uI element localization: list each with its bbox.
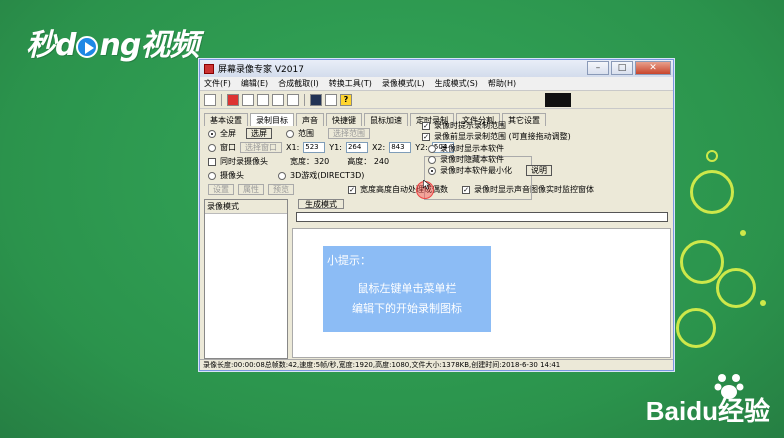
select-range-button[interactable]: 选择范围 bbox=[328, 128, 370, 139]
globe-icon[interactable] bbox=[310, 93, 322, 106]
settings-button[interactable]: 设置 bbox=[208, 184, 234, 195]
close-button[interactable]: ✕ bbox=[635, 61, 671, 75]
height-label: 高度： 240 bbox=[347, 157, 390, 166]
x1-label: X1: bbox=[286, 143, 300, 152]
select-screen-button[interactable]: 选屏 bbox=[246, 128, 272, 139]
tab-sound[interactable]: 声音 bbox=[296, 113, 324, 126]
record-camera-label: 同时录摄像头 bbox=[220, 157, 268, 166]
record-camera-checkbox[interactable] bbox=[208, 157, 216, 166]
menu-edit[interactable]: 编辑(E) bbox=[241, 78, 268, 89]
auto-even-checkbox[interactable]: ✓ bbox=[348, 185, 356, 194]
tab-other[interactable]: 其它设置 bbox=[502, 113, 546, 126]
hint-title: 小提示： bbox=[327, 254, 371, 267]
record-icon[interactable] bbox=[227, 93, 239, 106]
miaodong-logo: 秒d ng视频 bbox=[26, 28, 199, 63]
attributes-button[interactable]: 属性 bbox=[238, 184, 264, 195]
maximize-button[interactable]: □ bbox=[611, 61, 633, 75]
hide-software-label: 录像时隐藏本软件 bbox=[440, 155, 504, 164]
people-icon[interactable] bbox=[325, 93, 337, 106]
deco-circle bbox=[706, 150, 718, 162]
mouse-cursor-icon bbox=[423, 180, 431, 190]
fullscreen-label: 全屏 bbox=[220, 129, 236, 138]
window-label: 窗口 bbox=[220, 143, 236, 152]
minimize-button[interactable]: – bbox=[587, 61, 609, 75]
minimize-software-label: 录像时本软件最小化 bbox=[440, 166, 512, 175]
show-software-radio[interactable] bbox=[428, 144, 436, 153]
x1-input[interactable]: 523 bbox=[303, 142, 326, 153]
pre-show-range-checkbox[interactable]: ✓ bbox=[422, 132, 430, 141]
show-range-label: 录像时提示录制范围 bbox=[434, 121, 506, 130]
tab-generate-mode[interactable]: 生成模式 bbox=[298, 199, 344, 209]
show-software-label: 录像时显示本软件 bbox=[440, 144, 504, 153]
stop-icon[interactable] bbox=[257, 93, 269, 106]
toolbar: ? bbox=[200, 91, 673, 109]
baidu-paw-icon bbox=[714, 374, 744, 399]
pen-icon[interactable] bbox=[287, 93, 299, 106]
deco-circle bbox=[680, 240, 724, 284]
toolbar-separator bbox=[304, 93, 305, 106]
hide-software-radio[interactable] bbox=[428, 155, 436, 164]
deco-circle bbox=[716, 268, 756, 308]
menu-record-mode[interactable]: 录像模式(L) bbox=[382, 78, 425, 89]
hint-line-1: 鼠标左键单击菜单栏 bbox=[357, 282, 457, 295]
tab-basic[interactable]: 基本设置 bbox=[204, 113, 248, 126]
menu-bar: 文件(F) 编辑(E) 合成截取(I) 转换工具(T) 录像模式(L) 生成模式… bbox=[200, 77, 673, 91]
select-window-button[interactable]: 选择窗口 bbox=[240, 142, 282, 153]
y1-label: Y1: bbox=[329, 143, 342, 152]
deco-circle bbox=[690, 170, 734, 214]
width-label: 宽度：320 bbox=[290, 157, 330, 166]
deco-circle bbox=[676, 308, 716, 348]
preview-thumbnail bbox=[545, 93, 571, 107]
generate-mode-field[interactable] bbox=[296, 212, 668, 222]
camera-label: 摄像头 bbox=[220, 171, 244, 180]
app-icon bbox=[204, 63, 214, 74]
toolbar-separator bbox=[221, 93, 222, 106]
menu-generate-mode[interactable]: 生成模式(S) bbox=[435, 78, 478, 89]
title-bar: 屏幕录像专家 V2017 – □ ✕ bbox=[200, 60, 673, 77]
menu-convert[interactable]: 转换工具(T) bbox=[329, 78, 372, 89]
play-icon[interactable] bbox=[272, 93, 284, 106]
window-title: 屏幕录像专家 V2017 bbox=[218, 65, 304, 75]
window-radio[interactable] bbox=[208, 143, 216, 152]
camera-radio[interactable] bbox=[208, 171, 216, 180]
hint-line-2: 编辑下的开始录制图标 bbox=[352, 302, 462, 315]
minimize-software-radio[interactable] bbox=[428, 166, 436, 175]
menu-help[interactable]: 帮助(H) bbox=[488, 78, 516, 89]
range-radio[interactable] bbox=[286, 129, 294, 138]
game3d-label: 3D游戏(DIRECT3D) bbox=[290, 171, 365, 180]
deco-dot bbox=[740, 230, 746, 236]
range-label: 范围 bbox=[298, 129, 314, 138]
y1-input[interactable]: 264 bbox=[345, 142, 368, 153]
explain-button[interactable]: 说明 bbox=[526, 165, 552, 176]
tab-record-target[interactable]: 录制目标 bbox=[250, 113, 294, 126]
record-target-panel: 全屏 选屏 范围 选择范围 窗口 选择窗口 X1: 523 Y1: 264 X2: 8… bbox=[204, 121, 670, 200]
menu-file[interactable]: 文件(F) bbox=[204, 78, 231, 89]
x2-label: X2: bbox=[371, 143, 386, 152]
record-mode-header: 录像模式 bbox=[205, 200, 287, 214]
status-bar: 录像长度:00:00:08总帧数:42,速度:5帧/秒,宽度:1920,高度:1… bbox=[200, 359, 673, 370]
baidu-logo: Baidu经验 bbox=[645, 396, 770, 426]
deco-dot bbox=[760, 300, 766, 306]
show-range-checkbox[interactable]: ✓ bbox=[422, 121, 430, 130]
x2-input[interactable]: 843 bbox=[389, 142, 412, 153]
y2-label: Y2: bbox=[415, 143, 428, 152]
play-icon bbox=[76, 35, 99, 58]
game3d-radio[interactable] bbox=[278, 171, 286, 180]
help-icon[interactable]: ? bbox=[340, 93, 352, 106]
pause-icon[interactable] bbox=[242, 93, 254, 106]
tab-hotkey[interactable]: 快捷键 bbox=[326, 113, 362, 126]
new-icon[interactable] bbox=[204, 93, 216, 106]
fullscreen-radio[interactable] bbox=[208, 129, 216, 138]
record-mode-list[interactable]: 录像模式 bbox=[204, 199, 288, 359]
pre-show-range-label: 录像前显示录制范围 (可直接拖动调整) bbox=[434, 132, 571, 141]
menu-compose[interactable]: 合成截取(I) bbox=[278, 78, 319, 89]
hint-box: 小提示： 鼠标左键单击菜单栏 编辑下的开始录制图标 bbox=[323, 246, 491, 332]
tab-mouse-speed[interactable]: 鼠标加速 bbox=[364, 113, 408, 126]
preview-button[interactable]: 预览 bbox=[268, 184, 294, 195]
